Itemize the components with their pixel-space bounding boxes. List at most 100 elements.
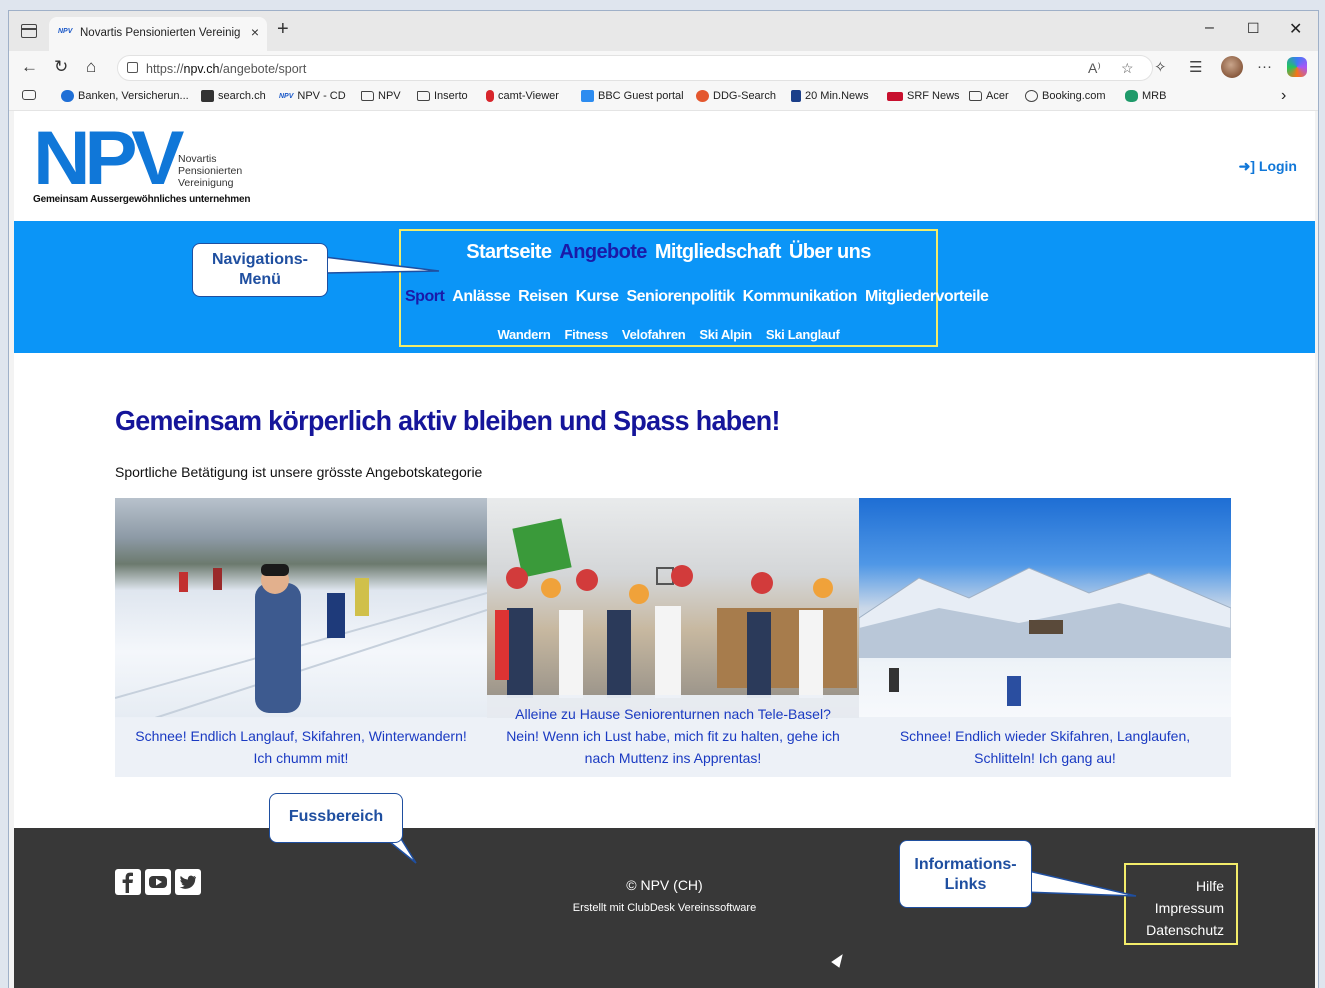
favorite-star-icon[interactable]: ☆ <box>1121 60 1134 77</box>
main-nav: Startseite Angebote Mitgliedschaft Über uns <box>401 241 936 264</box>
nav-velofahren[interactable]: Velofahren <box>622 327 686 342</box>
bookmark-item[interactable]: DDG-Search <box>696 90 776 102</box>
bookmark-item[interactable]: NPV NPV - CD <box>279 90 346 102</box>
bookmark-folder[interactable]: Inserto <box>417 90 468 102</box>
mouse-cursor-icon <box>831 951 847 968</box>
bookmarks-menu-icon[interactable] <box>22 90 36 100</box>
info-callout: Informations- Links <box>899 840 1032 908</box>
nav-kommunikation[interactable]: Kommunikation <box>743 288 858 306</box>
nav-callout-pointer <box>324 256 440 274</box>
bank-icon <box>61 90 74 102</box>
bookmark-item[interactable]: Booking.com <box>1025 90 1106 102</box>
globe-icon <box>1025 90 1038 102</box>
profile-avatar[interactable] <box>1221 56 1243 78</box>
browser-window: NPV Novartis Pensionierten Vereinigun × … <box>8 10 1319 988</box>
logo-mark: NPV <box>33 116 185 201</box>
sport-subnav: Wandern Fitness Velofahren Ski Alpin Ski Lan… <box>401 327 936 342</box>
nav-mitgliedervorteile[interactable]: Mitgliedervorteile <box>865 288 989 306</box>
extensions-icon[interactable]: ✧ <box>1154 58 1167 76</box>
srf-icon <box>887 91 903 101</box>
nav-ski-alpin[interactable]: Ski Alpin <box>699 327 752 342</box>
card-skifahren[interactable]: Schnee! Endlich wieder Skifahren, Langla… <box>859 498 1231 777</box>
npv-icon: NPV <box>279 92 294 100</box>
site-info-icon[interactable] <box>127 62 138 73</box>
bookmark-item[interactable]: camt-Viewer <box>486 90 559 102</box>
bookmark-folder[interactable]: NPV <box>361 90 401 102</box>
minimize-button[interactable]: – <box>1205 19 1214 37</box>
bookmark-item[interactable]: BBC Guest portal <box>581 90 684 102</box>
nav-sport[interactable]: Sport <box>405 288 445 306</box>
navigation-band: Startseite Angebote Mitgliedschaft Über uns… <box>14 221 1315 353</box>
tab-title: Novartis Pensionierten Vereinigun <box>80 27 240 39</box>
bookmark-item[interactable]: SRF News <box>887 90 960 102</box>
20min-icon <box>791 90 801 102</box>
nav-callout: Navigations- Menü <box>192 243 328 297</box>
gym-photo <box>487 498 859 718</box>
nav-ueber-uns[interactable]: Über uns <box>789 241 871 264</box>
bookmark-folder[interactable]: Acer <box>969 90 1009 102</box>
web-page: NPV Novartis Pensionierten Vereinigung G… <box>14 111 1315 988</box>
address-bar[interactable]: https://npv.ch/angebote/sport A⁾ ☆ <box>117 55 1153 81</box>
nav-reisen[interactable]: Reisen <box>518 288 568 306</box>
browser-tab[interactable]: NPV Novartis Pensionierten Vereinigun × <box>49 17 267 51</box>
info-callout-pointer <box>1024 869 1137 897</box>
tab-actions-icon[interactable] <box>21 24 37 38</box>
nav-startseite[interactable]: Startseite <box>466 241 552 264</box>
card-caption: Schnee! Endlich Langlauf, Skifahren, Win… <box>115 717 487 777</box>
folder-icon <box>361 91 374 101</box>
mrb-icon <box>1125 90 1138 102</box>
logo-subtitle: Novartis Pensionierten Vereinigung <box>178 153 243 189</box>
favorites-icon[interactable]: ☰ <box>1189 58 1202 76</box>
card-caption: Schnee! Endlich wieder Skifahren, Langla… <box>859 717 1231 777</box>
nav-seniorenpolitik[interactable]: Seniorenpolitik <box>626 288 735 306</box>
address-toolbar: ← ↻ ⌂ https://npv.ch/angebote/sport A⁾ ☆… <box>9 51 1318 84</box>
camt-icon <box>486 90 494 102</box>
search-ch-icon <box>201 90 214 102</box>
maximize-button[interactable]: ☐ <box>1247 20 1260 37</box>
ski-slope-photo <box>859 498 1231 718</box>
navigation-highlight: Startseite Angebote Mitgliedschaft Über uns… <box>399 229 989 347</box>
close-window-button[interactable]: ✕ <box>1289 19 1302 39</box>
link-datenschutz[interactable]: Datenschutz <box>1126 919 1224 941</box>
nav-angebote[interactable]: Angebote <box>559 241 647 264</box>
page-lead: Sportliche Betätigung ist unsere grösste… <box>115 464 483 480</box>
new-tab-button[interactable]: + <box>277 18 289 41</box>
bookmarks-bar: Banken, Versicherun... search.ch NPV NPV … <box>9 84 1318 111</box>
read-aloud-icon[interactable]: A⁾ <box>1088 60 1101 77</box>
page-title: Gemeinsam körperlich aktiv bleiben und S… <box>115 405 781 436</box>
card-seniorenturnen[interactable]: Alleine zu Hause Seniorenturnen nach Tel… <box>487 498 859 777</box>
bbc-icon <box>581 90 594 102</box>
bookmarks-more-chevron-icon[interactable]: › <box>1281 87 1286 105</box>
nav-anlaesse[interactable]: Anlässe <box>452 288 510 306</box>
card-caption: Alleine zu Hause Seniorenturnen nach Tel… <box>487 695 859 777</box>
duckduckgo-icon <box>696 90 709 102</box>
nav-fitness[interactable]: Fitness <box>565 327 609 342</box>
back-arrow-icon[interactable]: ← <box>21 57 38 77</box>
bookmark-item[interactable]: search.ch <box>201 90 266 102</box>
bookmark-item[interactable]: Banken, Versicherun... <box>61 90 189 102</box>
tab-close-icon[interactable]: × <box>251 24 259 40</box>
sub-nav: Sport Anlässe Reisen Kurse Seniorenpolitik Ko… <box>401 288 989 306</box>
site-footer: © NPV (CH) Erstellt mit ClubDesk Vereins… <box>14 828 1315 988</box>
folder-icon <box>969 91 982 101</box>
home-icon[interactable]: ⌂ <box>86 57 96 77</box>
url-text[interactable]: https://npv.ch/angebote/sport <box>146 62 306 76</box>
login-link[interactable]: ➜] Login <box>1239 158 1297 175</box>
more-icon[interactable]: ··· <box>1257 58 1272 75</box>
npv-favicon-icon: NPV <box>58 28 73 35</box>
title-bar: NPV Novartis Pensionierten Vereinigun × … <box>9 11 1318 51</box>
nav-mitgliedschaft[interactable]: Mitgliedschaft <box>655 241 782 264</box>
login-arrow-icon: ➜] <box>1238 158 1255 174</box>
bookmark-item[interactable]: 20 Min.News <box>791 90 869 102</box>
card-langlauf[interactable]: Schnee! Endlich Langlauf, Skifahren, Win… <box>115 498 487 777</box>
cross-country-photo <box>115 498 487 718</box>
nav-ski-langlauf[interactable]: Ski Langlauf <box>766 327 840 342</box>
bookmark-item[interactable]: MRB <box>1125 90 1166 102</box>
folder-icon <box>417 91 430 101</box>
reload-icon[interactable]: ↻ <box>54 57 68 77</box>
logo-tagline: Gemeinsam Aussergewöhnliches unternehmen <box>33 194 251 205</box>
copilot-icon[interactable] <box>1287 57 1307 77</box>
footer-callout: Fussbereich <box>269 793 403 843</box>
nav-kurse[interactable]: Kurse <box>576 288 619 306</box>
nav-wandern[interactable]: Wandern <box>497 327 550 342</box>
